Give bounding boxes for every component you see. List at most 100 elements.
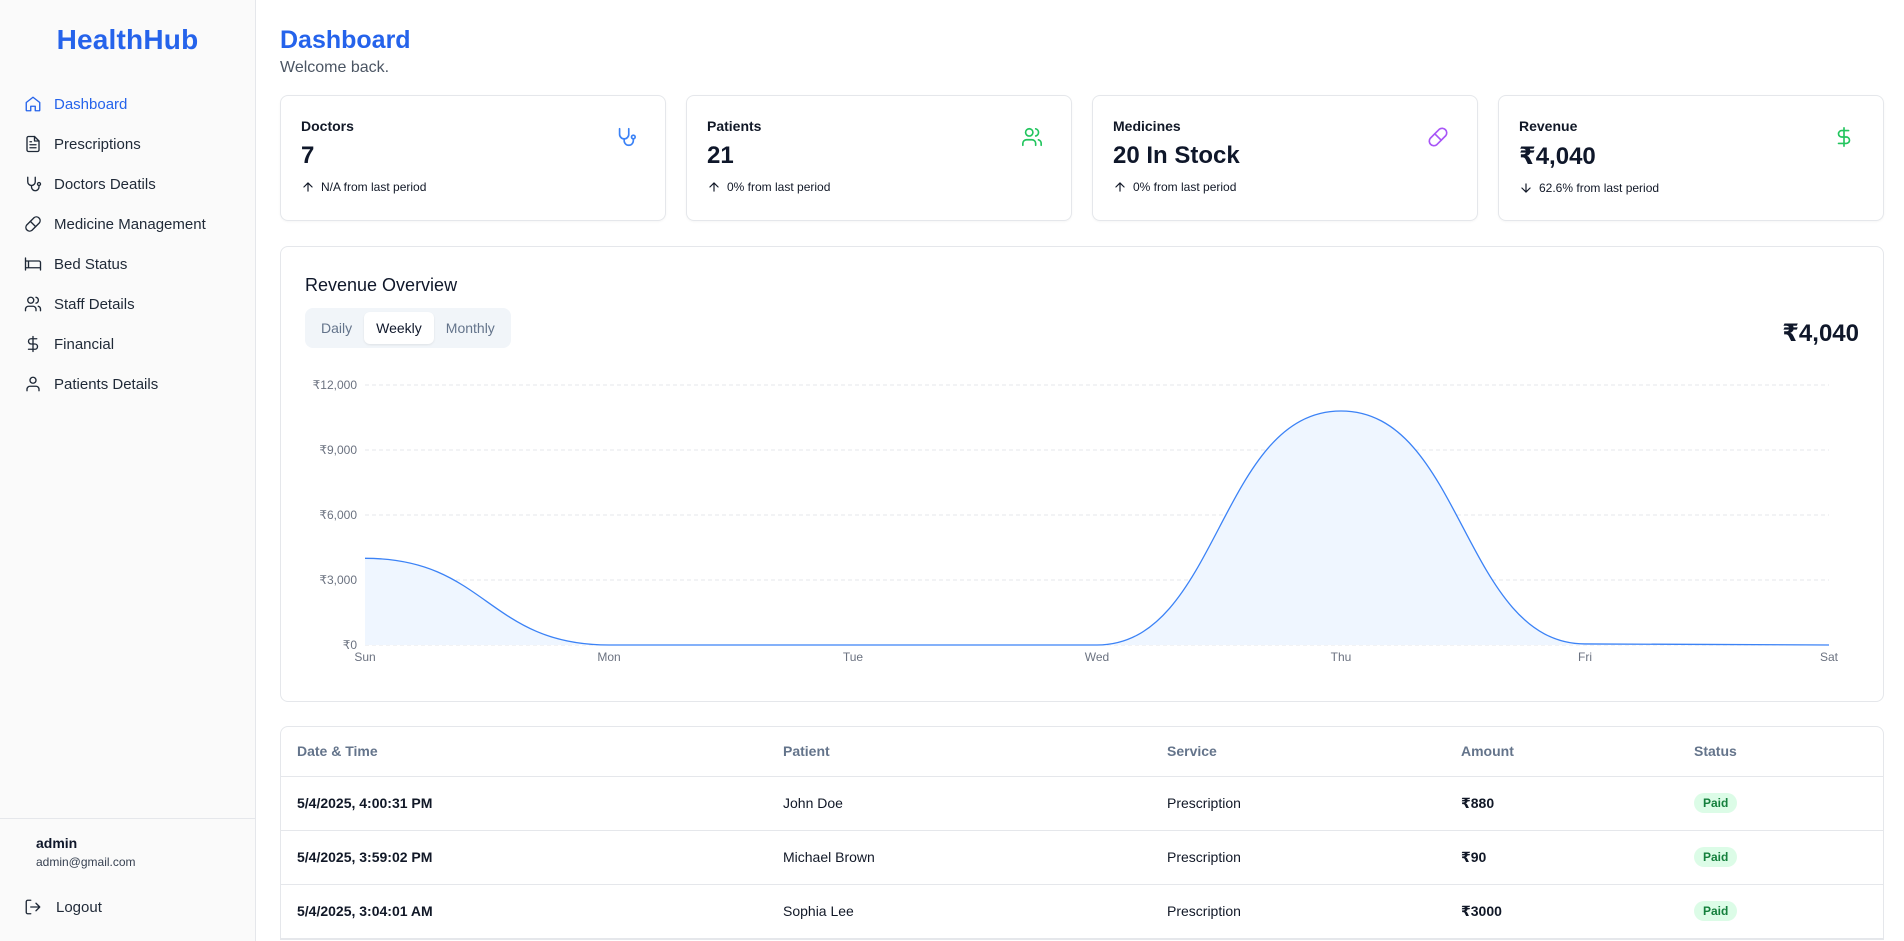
cell-status: Paid <box>1678 776 1883 831</box>
revenue-area <box>365 411 1829 645</box>
logout-button[interactable]: Logout <box>24 898 102 916</box>
revenue-line <box>364 410 1830 646</box>
dollar-icon <box>24 335 42 353</box>
sidebar-item-medicine[interactable]: Medicine Management <box>12 204 243 244</box>
card-delta-text: 62.6% from last period <box>1539 181 1660 195</box>
transactions-table: Date & Time Patient Service Amount Statu… <box>280 726 1884 940</box>
data-point <box>851 643 855 647</box>
x-tick-label: Tue <box>843 650 864 664</box>
column-header[interactable]: Date & Time <box>281 727 767 777</box>
user-profile: admin admin@gmail.com <box>0 818 255 869</box>
brand-logo[interactable]: HealthHub <box>0 0 255 84</box>
sidebar-item-label: Dashboard <box>54 95 128 113</box>
stat-card-medicines: Medicines 20 In Stock 0% from last perio… <box>1092 95 1478 221</box>
card-label: Revenue <box>1519 118 1578 134</box>
arrow-up-icon <box>303 182 313 192</box>
column-header[interactable]: Service <box>1151 727 1445 777</box>
sidebar-item-financial[interactable]: Financial <box>12 324 243 364</box>
card-delta: 62.6% from last period <box>1519 181 1863 195</box>
stat-card-doctors: Doctors 7 N/A from last period <box>280 95 666 221</box>
revenue-overview-panel: Revenue Overview Daily Weekly Monthly ₹4… <box>280 246 1884 702</box>
main-content: Dashboard Welcome back. Doctors 7 N/A fr… <box>256 0 1904 941</box>
bed-icon <box>24 255 42 273</box>
card-delta: 0% from last period <box>1113 180 1457 194</box>
column-header[interactable]: Status <box>1678 727 1883 777</box>
cell-amount: ₹90 <box>1445 830 1678 885</box>
sidebar-item-label: Prescriptions <box>54 135 141 153</box>
users-icon <box>24 295 42 313</box>
user-icon <box>24 375 42 393</box>
sidebar-item-prescriptions[interactable]: Prescriptions <box>12 124 243 164</box>
sidebar-item-label: Bed Status <box>54 255 128 273</box>
sidebar-item-label: Staff Details <box>54 295 135 313</box>
card-delta-text: N/A from last period <box>321 180 427 194</box>
sidebar-item-label: Doctors Deatils <box>54 175 156 193</box>
users-icon <box>1021 126 1043 148</box>
card-value: 20 In Stock <box>1113 142 1240 169</box>
arrow-up-icon <box>1115 182 1125 192</box>
cell-datetime: 5/4/2025, 3:04:01 AM <box>281 884 767 939</box>
card-value: 21 <box>707 142 734 169</box>
file-text-icon <box>24 135 42 153</box>
cell-patient: Michael Brown <box>767 830 1151 885</box>
dollar-icon <box>1833 126 1855 148</box>
page-subtitle: Welcome back. <box>280 59 390 76</box>
stethoscope-icon <box>615 126 637 148</box>
home-icon <box>24 95 42 113</box>
stethoscope-icon <box>24 175 42 193</box>
x-tick-label: Fri <box>1578 650 1592 664</box>
data-point <box>1583 642 1587 646</box>
card-value: 7 <box>301 142 315 169</box>
table-header-row: Date & Time Patient Service Amount Statu… <box>281 727 1883 777</box>
app-root: HealthHub Dashboard Prescriptions Doctor… <box>0 0 1904 941</box>
card-delta-text: 0% from last period <box>1133 180 1237 194</box>
sidebar-item-staff[interactable]: Staff Details <box>12 284 243 324</box>
table-row[interactable]: 5/4/2025, 3:04:01 AM Sophia Lee Prescrip… <box>281 884 1883 939</box>
cell-status: Paid <box>1678 884 1883 939</box>
cell-service: Prescription <box>1151 830 1445 885</box>
card-delta: N/A from last period <box>301 180 645 194</box>
y-tick-label: ₹12,000 <box>313 378 358 392</box>
sidebar-item-bed-status[interactable]: Bed Status <box>12 244 243 284</box>
cell-datetime: 5/4/2025, 3:59:02 PM <box>281 830 767 885</box>
y-tick-label: ₹3,000 <box>319 573 357 587</box>
card-delta: 0% from last period <box>707 180 1051 194</box>
data-point <box>1827 643 1831 647</box>
card-value: ₹4,040 <box>1519 143 1596 170</box>
card-label: Patients <box>707 118 762 134</box>
sidebar: HealthHub Dashboard Prescriptions Doctor… <box>0 0 256 941</box>
table-row[interactable]: 5/4/2025, 3:59:02 PM Michael Brown Presc… <box>281 830 1883 885</box>
status-badge: Paid <box>1694 793 1738 813</box>
x-tick-label: Sun <box>354 650 375 664</box>
card-label: Doctors <box>301 118 354 134</box>
cell-service: Prescription <box>1151 884 1445 939</box>
stat-card-patients: Patients 21 0% from last period <box>686 95 1072 221</box>
y-tick-label: ₹6,000 <box>319 508 357 522</box>
user-email: admin@gmail.com <box>36 855 136 869</box>
cell-patient: John Doe <box>767 776 1151 831</box>
x-tick-label: Sat <box>1820 650 1839 664</box>
stat-cards: Doctors 7 N/A from last period Patients … <box>280 95 1884 221</box>
logout-label: Logout <box>56 898 102 916</box>
page-title: Dashboard <box>280 26 411 54</box>
cell-status: Paid <box>1678 830 1883 885</box>
x-tick-label: Thu <box>1331 650 1352 664</box>
pill-icon <box>1427 126 1449 148</box>
column-header[interactable]: Patient <box>767 727 1151 777</box>
sidebar-item-label: Patients Details <box>54 375 159 393</box>
sidebar-item-label: Financial <box>54 335 115 353</box>
pill-icon <box>24 215 42 233</box>
card-delta-text: 0% from last period <box>727 180 831 194</box>
table-row[interactable]: 5/4/2025, 4:00:31 PM John Doe Prescripti… <box>281 776 1883 831</box>
status-badge: Paid <box>1694 847 1738 867</box>
data-point <box>363 556 367 560</box>
column-header[interactable]: Amount <box>1445 727 1678 777</box>
stat-card-revenue: Revenue ₹4,040 62.6% from last period <box>1498 95 1884 221</box>
sidebar-item-patients[interactable]: Patients Details <box>12 364 243 404</box>
cell-amount: ₹880 <box>1445 776 1678 831</box>
arrow-down-icon <box>1521 183 1531 193</box>
x-tick-label: Wed <box>1085 650 1109 664</box>
sidebar-item-doctors[interactable]: Doctors Deatils <box>12 164 243 204</box>
sidebar-nav: Dashboard Prescriptions Doctors Deatils … <box>0 84 255 404</box>
sidebar-item-dashboard[interactable]: Dashboard <box>12 84 243 124</box>
